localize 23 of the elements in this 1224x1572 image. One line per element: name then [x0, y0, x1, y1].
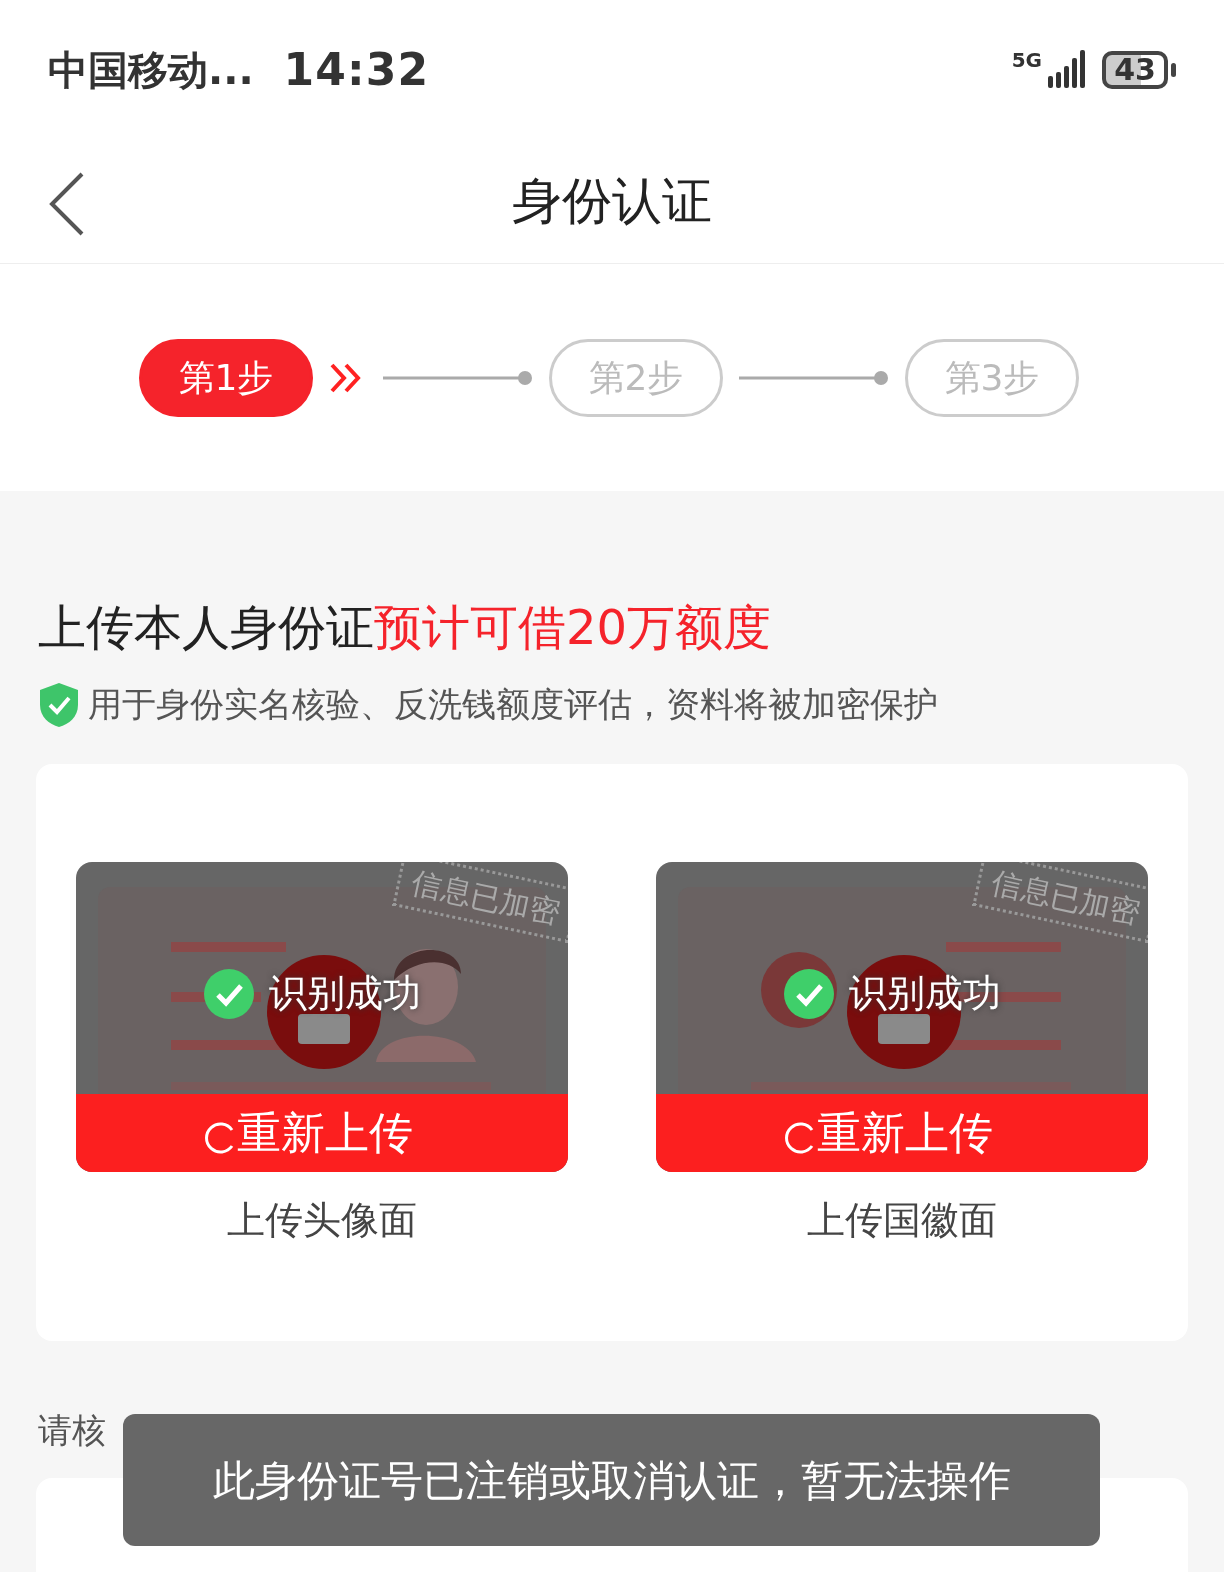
step-pill: 第2步 [549, 338, 723, 417]
section-heading: 上传本人身份证 [38, 598, 374, 657]
upload-caption: 上传头像面 [227, 1197, 417, 1244]
double-chevron-icon [329, 361, 363, 394]
page-title: 身份认证 [512, 171, 712, 232]
clock-time: 14:32 [283, 43, 430, 97]
battery-tip [1171, 63, 1176, 77]
carrier-name: 中国移动... [48, 46, 254, 95]
battery-level: 43 [1114, 55, 1156, 85]
recognition-status: 识别成功 [849, 970, 1001, 1017]
step-pill: 第3步 [905, 338, 1079, 417]
upload-caption: 上传国徽面 [807, 1197, 997, 1244]
recognition-status: 识别成功 [269, 970, 421, 1017]
toast-message: 此身份证号已注销或取消认证，暂无法操作 [123, 1414, 1100, 1546]
step-pill: 第1步 [139, 338, 313, 417]
shield-check-icon [38, 680, 80, 729]
reupload-button[interactable]: 重新上传 [76, 1094, 568, 1172]
network-type: 5G [1011, 50, 1042, 70]
reupload-button[interactable]: 重新上传 [656, 1094, 1148, 1172]
signal-icon [1046, 50, 1086, 90]
privacy-notice: 用于身份实名核验、反洗钱额度评估，资料将被加密保护 [88, 683, 938, 726]
verify-hint: 请核 [38, 1410, 106, 1450]
credit-highlight: 预计可借20万额度 [374, 598, 772, 657]
